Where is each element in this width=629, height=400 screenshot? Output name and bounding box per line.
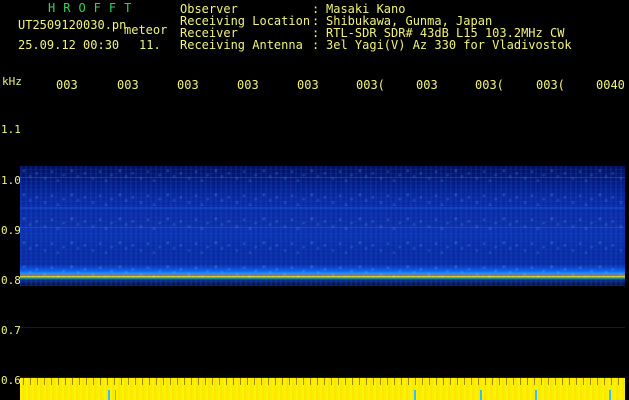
frequency-gridline bbox=[20, 277, 625, 278]
header: HROFFT UT2509120030.pn meteor 25.09.12 0… bbox=[0, 0, 629, 72]
time-axis: 003 003 003 003 003 003( 003 003( 003( 0… bbox=[0, 78, 629, 94]
frequency-gridline bbox=[20, 227, 625, 228]
time-label: 003 bbox=[177, 78, 199, 92]
spike-markers bbox=[20, 390, 625, 400]
frequency-gridline bbox=[20, 327, 625, 328]
spectrogram-plot bbox=[20, 94, 625, 400]
spectrogram-texture bbox=[20, 166, 625, 286]
time-label: 003( bbox=[475, 78, 504, 92]
time-label: 003( bbox=[536, 78, 565, 92]
metadata-row-antenna: Receiving Antenna : 3el Yagi(V) Az 330 f… bbox=[180, 39, 572, 51]
meteor-label: meteor bbox=[124, 23, 168, 37]
meteor-count: 11. bbox=[139, 38, 161, 52]
frequency-tick: 1.1 bbox=[1, 123, 21, 136]
brand-title: HROFFT bbox=[48, 1, 140, 15]
file-name: UT2509120030.pn bbox=[18, 18, 127, 32]
metadata-separator: : bbox=[312, 38, 320, 52]
metadata-value: 3el Yagi(V) Az 330 for Vladivostok bbox=[326, 38, 572, 52]
frequency-tick: 0.6 bbox=[1, 374, 21, 387]
time-label: 003 bbox=[297, 78, 319, 92]
time-label: 003 bbox=[56, 78, 78, 92]
frequency-gridline bbox=[20, 177, 625, 178]
time-label: 003 bbox=[416, 78, 438, 92]
frequency-tick: 0.9 bbox=[1, 224, 21, 237]
metadata-block: Observer : Masaki Kano Receiving Locatio… bbox=[180, 3, 572, 51]
timestamp: 25.09.12 00:30 bbox=[18, 38, 120, 52]
metadata-label: Receiving Antenna bbox=[180, 38, 303, 52]
time-label: 003 bbox=[117, 78, 139, 92]
frequency-tick: 0.8 bbox=[1, 274, 21, 287]
time-label: 003( bbox=[356, 78, 385, 92]
time-label: 0040 bbox=[596, 78, 625, 92]
frequency-tick: 1.0 bbox=[1, 174, 21, 187]
time-label: 003 bbox=[237, 78, 259, 92]
frequency-tick: 0.7 bbox=[1, 324, 21, 337]
